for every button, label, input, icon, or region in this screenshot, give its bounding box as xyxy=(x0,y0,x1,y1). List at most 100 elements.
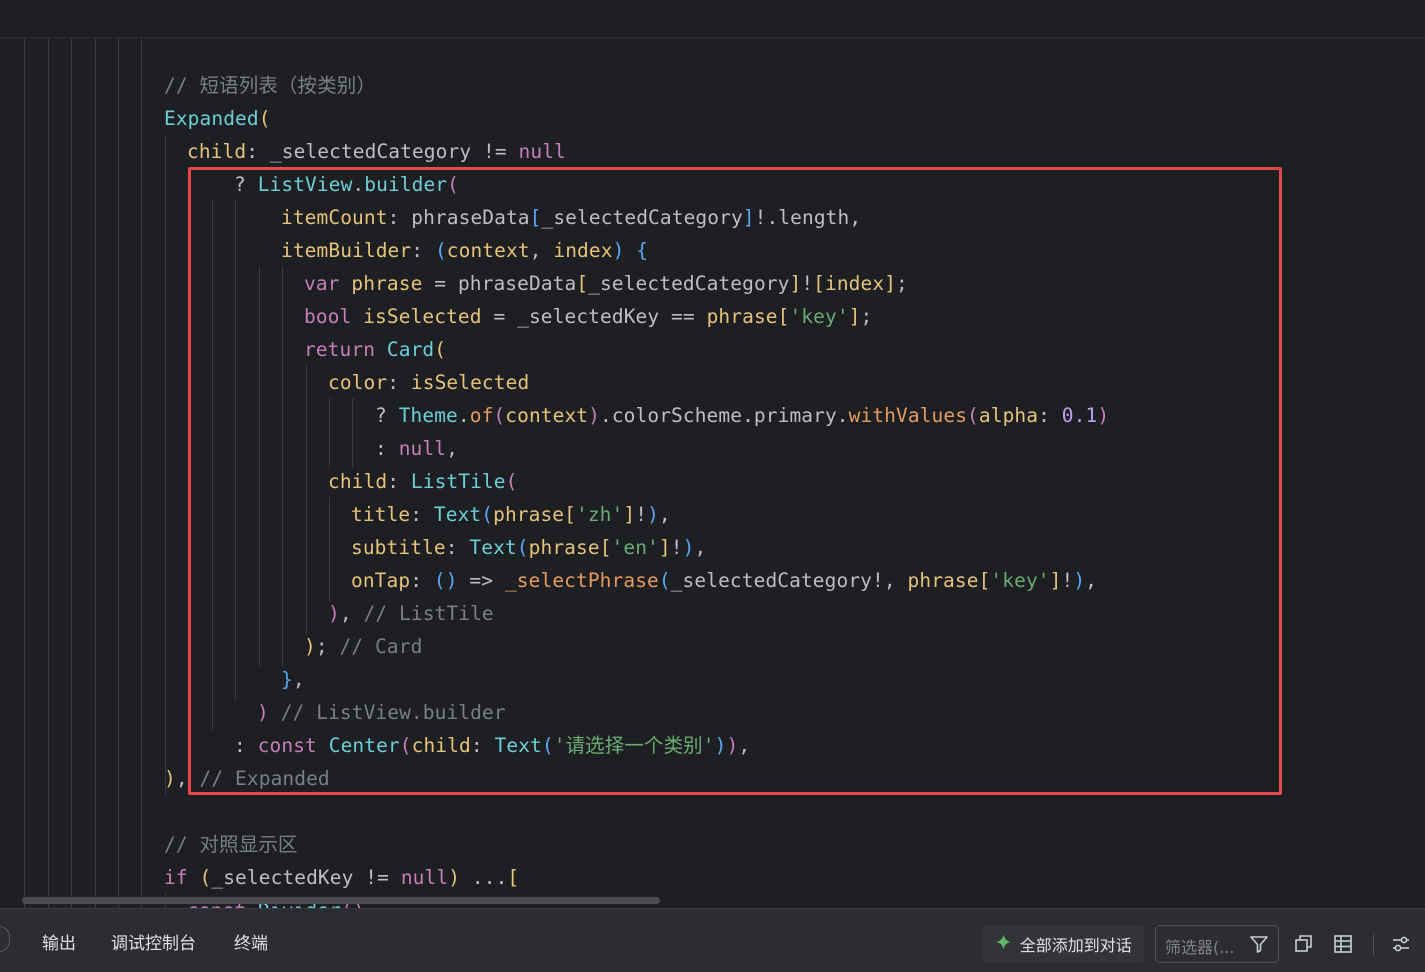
settings-sliders-icon[interactable] xyxy=(1390,933,1412,955)
code-token: '请选择一个类别' xyxy=(553,734,715,757)
code-line[interactable]: return Card( xyxy=(304,333,446,366)
code-editor[interactable]: Widget build(BuildContext context) {// 短… xyxy=(0,0,1425,908)
indent-guide xyxy=(235,200,236,700)
filter-input[interactable]: 筛选器(... xyxy=(1155,925,1279,963)
code-token: , xyxy=(292,668,305,691)
code-token: ) xyxy=(164,767,176,790)
code-token: const xyxy=(257,734,329,757)
code-token: itemCount xyxy=(281,206,388,229)
panel-left-control[interactable] xyxy=(0,926,10,952)
code-token: : xyxy=(1038,404,1062,427)
code-token: _selectedKey != xyxy=(211,866,401,889)
indent-guide xyxy=(95,37,96,908)
code-token: ) xyxy=(588,404,600,427)
code-line[interactable]: Expanded( xyxy=(164,102,271,135)
sparkle-icon: ✦ xyxy=(994,931,1013,956)
code-line[interactable]: }, xyxy=(281,663,305,696)
code-line[interactable]: itemCount: phraseData[_selectedCategory]… xyxy=(281,201,861,234)
horizontal-scrollbar[interactable] xyxy=(22,897,660,904)
code-line[interactable]: : const Center(child: Text('请选择一个类别')), xyxy=(234,729,750,762)
code-token: // 对照显示区 xyxy=(164,833,298,856)
code-line[interactable]: ); // Card xyxy=(304,630,422,663)
code-token: ! xyxy=(670,536,683,559)
code-token: Text xyxy=(494,734,542,757)
code-token: context xyxy=(505,404,589,427)
code-line[interactable]: : null, xyxy=(375,432,458,465)
code-token: , xyxy=(529,239,554,262)
code-line[interactable]: itemBuilder: (context, index) { xyxy=(281,234,648,267)
code-token: ... xyxy=(460,866,508,889)
table-icon[interactable] xyxy=(1332,933,1354,955)
code-line[interactable]: ), // ListTile xyxy=(328,597,494,630)
code-line[interactable]: ), // Expanded xyxy=(164,762,330,795)
code-line[interactable]: ? ListView.builder( xyxy=(234,168,459,201)
code-token: title xyxy=(351,503,411,526)
code-token: ) xyxy=(1097,404,1110,427)
code-line[interactable]: bool isSelected = _selectedKey == phrase… xyxy=(304,300,872,333)
code-line[interactable]: var phrase = phraseData[_selectedCategor… xyxy=(304,267,908,300)
code-token: child xyxy=(328,470,388,493)
code-token: child xyxy=(411,734,471,757)
code-token: phrase xyxy=(528,536,600,559)
code-token: color xyxy=(328,371,388,394)
code-token: => xyxy=(457,569,505,592)
code-token: [ xyxy=(777,305,790,328)
code-token: ? xyxy=(234,173,258,196)
code-token: ] xyxy=(742,206,755,229)
indent-guide xyxy=(165,135,166,795)
code-token: .colorScheme.primary. xyxy=(600,404,849,427)
code-token: ) xyxy=(726,734,739,757)
code-token: itemBuilder xyxy=(281,239,412,262)
code-token: ] xyxy=(789,272,802,295)
code-token: ) xyxy=(257,701,269,724)
code-line[interactable]: ? Theme.of(context).colorScheme.primary.… xyxy=(375,399,1109,432)
code-line[interactable]: // 短语列表（按类别） xyxy=(164,69,376,102)
add-all-label: 全部添加到对话 xyxy=(1019,936,1132,955)
code-token: : phraseData xyxy=(387,206,530,229)
code-line[interactable]: child: _selectedCategory != null xyxy=(187,135,566,168)
code-token: ) xyxy=(714,734,727,757)
code-token: alpha xyxy=(978,404,1039,427)
code-line[interactable]: subtitle: Text(phrase['en']!), xyxy=(351,531,706,564)
code-line[interactable]: child: ListTile( xyxy=(328,465,517,498)
code-line[interactable]: ) // ListView.builder xyxy=(257,696,506,729)
code-line[interactable]: if (_selectedKey != null) ...[ xyxy=(164,861,519,894)
code-line[interactable]: title: Text(phrase['zh']!), xyxy=(351,498,671,531)
code-token: ] xyxy=(848,305,861,328)
code-token: !.length, xyxy=(754,206,862,229)
restore-icon[interactable] xyxy=(1293,933,1315,955)
code-token: : xyxy=(387,371,411,394)
code-line[interactable]: onTap: () => _selectPhrase(_selectedCate… xyxy=(351,564,1097,597)
indent-guide xyxy=(306,365,307,635)
code-token: ) xyxy=(1073,569,1086,592)
code-token: withValues xyxy=(848,404,968,427)
code-token: ( xyxy=(516,536,529,559)
indent-guide xyxy=(48,37,49,908)
tab-output[interactable]: 输出 xyxy=(42,931,76,957)
code-token: ( xyxy=(434,239,447,262)
sticky-scope-header xyxy=(0,0,1425,38)
indent-guide xyxy=(24,37,25,908)
code-line[interactable]: // 对照显示区 xyxy=(164,828,298,861)
code-line[interactable]: color: isSelected xyxy=(328,366,529,399)
code-token: Expanded xyxy=(164,107,259,130)
code-token: null xyxy=(398,437,447,460)
code-token: : xyxy=(387,470,411,493)
code-token: [ xyxy=(576,272,589,295)
code-token: ! xyxy=(635,503,648,526)
code-token: // ListView.builder xyxy=(280,701,506,724)
indent-guide xyxy=(212,200,213,730)
code-token: [ xyxy=(599,536,612,559)
indent-guide xyxy=(71,37,72,908)
code-token: if xyxy=(164,866,200,889)
bottom-panel: 输出 调试控制台 终端 ✦ 全部添加到对话 筛选器(... xyxy=(0,908,1425,972)
add-all-to-chat-button[interactable]: ✦ 全部添加到对话 xyxy=(982,925,1144,963)
filter-icon[interactable] xyxy=(1249,934,1269,959)
code-token: null xyxy=(518,140,566,163)
toolbar-separator xyxy=(1373,934,1374,956)
code-token: [ xyxy=(507,866,520,889)
tab-debug-console[interactable]: 调试控制台 xyxy=(111,931,196,957)
code-token: . xyxy=(457,404,470,427)
indent-guide xyxy=(141,37,142,908)
tab-terminal[interactable]: 终端 xyxy=(234,931,268,957)
